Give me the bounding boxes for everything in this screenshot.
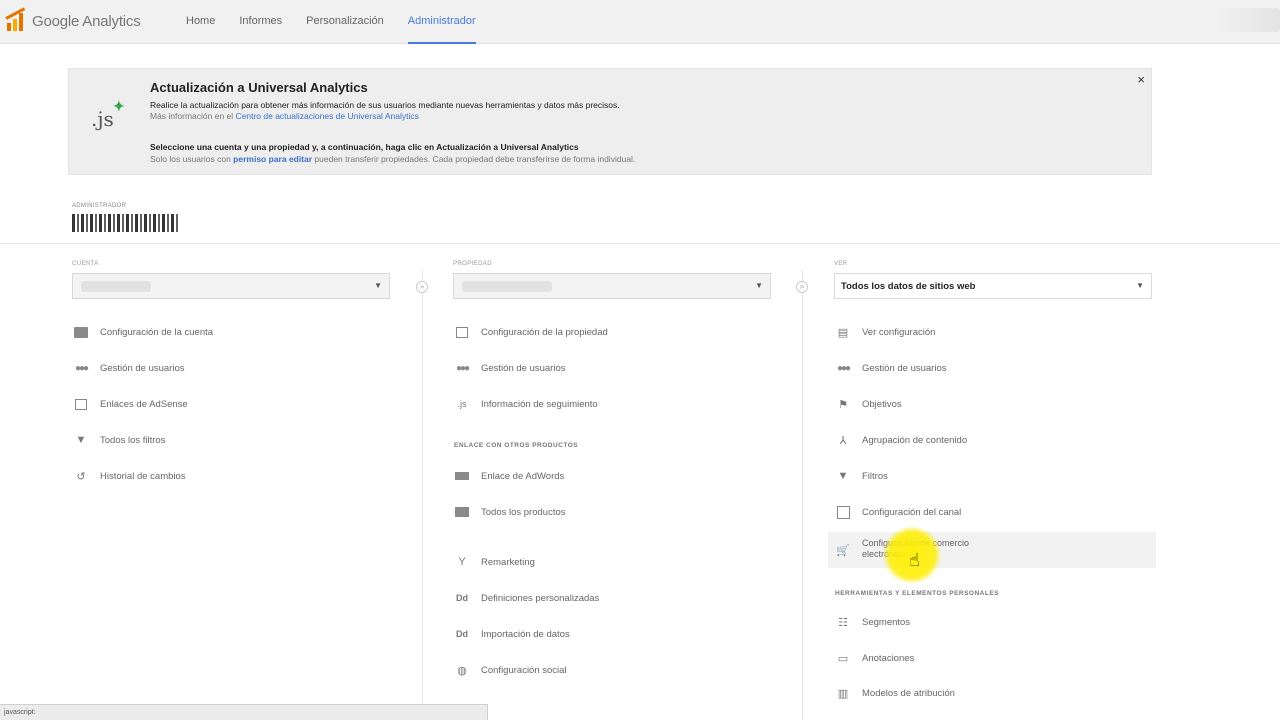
goals-item[interactable]: ⚑ Objetivos: [835, 394, 902, 414]
chevron-down-icon: ▼: [1136, 281, 1144, 290]
banner-instructions: Seleccione una cuenta y una propiedad y,…: [150, 142, 579, 152]
document-icon: ▤: [837, 326, 849, 339]
view-select-value: Todos los datos de sitios web: [841, 281, 976, 292]
property-user-management-item[interactable]: ●●● Gestión de usuarios: [454, 358, 566, 378]
chevron-right-icon: »: [796, 281, 808, 293]
filter-icon: ▼: [75, 434, 87, 446]
folder-icon: [73, 324, 89, 340]
channel-settings-item[interactable]: Configuración del canal: [835, 502, 961, 522]
close-icon[interactable]: ×: [1137, 72, 1145, 87]
chevron-down-icon: ▼: [755, 281, 763, 290]
property-column-label: PROPIEDAD: [453, 261, 492, 267]
column-separator: [422, 270, 423, 720]
users-icon: ●●●: [455, 362, 470, 374]
grouping-icon: ⅄: [839, 434, 847, 447]
segments-icon: ☷: [838, 616, 848, 629]
square-icon: [454, 324, 470, 340]
globe-icon: ◍: [457, 664, 467, 677]
nav-personalizacion[interactable]: Personalización: [306, 0, 384, 44]
content-grouping-item[interactable]: ⅄ Agrupación de contenido: [835, 430, 967, 450]
admin-label: ADMINISTRADOR: [72, 203, 127, 209]
remarketing-icon: Y: [458, 556, 466, 568]
adwords-icon: [454, 468, 470, 484]
social-settings-item[interactable]: ◍ Configuración social: [454, 660, 566, 680]
banner-permission-note: Solo los usuarios con permiso para edita…: [150, 154, 636, 164]
custom-definitions-item[interactable]: Dd Definiciones personalizadas: [454, 588, 599, 608]
nav-home[interactable]: Home: [186, 0, 215, 44]
hand-cursor-icon: ☝: [909, 550, 920, 570]
attribution-models-item[interactable]: ▥ Modelos de atribución: [835, 683, 955, 703]
view-filters-item[interactable]: ▼ Filtros: [835, 466, 888, 486]
dd-icon: Dd: [456, 629, 468, 639]
users-icon: ●●●: [836, 362, 851, 374]
account-select[interactable]: ▼: [72, 273, 390, 299]
attribution-icon: ▥: [837, 687, 849, 700]
view-user-management-item[interactable]: ●●● Gestión de usuarios: [835, 358, 947, 378]
top-bar: Google Analytics Home Informes Personali…: [0, 0, 1280, 44]
account-user-management-item[interactable]: ●●● Gestión de usuarios: [73, 358, 185, 378]
browser-status-bar: javascript:: [0, 704, 488, 720]
remarketing-item[interactable]: Y Remarketing: [454, 552, 535, 572]
channel-icon: [835, 504, 851, 520]
account-menu[interactable]: [1220, 8, 1280, 32]
products-icon: [454, 504, 470, 520]
universal-analytics-banner: .js ✦ Actualización a Universal Analytics…: [68, 68, 1152, 175]
annotations-item[interactable]: ▭ Anotaciones: [835, 648, 915, 668]
nav-administrador[interactable]: Administrador: [407, 0, 476, 44]
banner-more-info: Más información en el Centro de actualiz…: [150, 111, 419, 121]
banner-title: Actualización a Universal Analytics: [150, 80, 368, 95]
banner-description: Realice la actualización para obtener má…: [150, 100, 620, 110]
change-history-item[interactable]: ↺ Historial de cambios: [73, 466, 185, 486]
view-column-label: VER: [834, 261, 848, 267]
js-upgrade-icon: .js ✦: [91, 99, 125, 131]
users-icon: ●●●: [74, 362, 89, 374]
history-icon: ↺: [76, 470, 86, 483]
property-settings-item[interactable]: Configuración de la propiedad: [454, 322, 608, 342]
logo-text: Google Analytics: [32, 12, 141, 30]
main-nav: Home Informes Personalización Administra…: [186, 0, 500, 44]
flag-icon: ⚑: [838, 398, 848, 411]
chevron-down-icon: ▼: [374, 281, 382, 290]
view-select[interactable]: Todos los datos de sitios web ▼: [834, 273, 1152, 299]
tracking-info-item[interactable]: .js Información de seguimiento: [454, 394, 598, 414]
segments-item[interactable]: ☷ Segmentos: [835, 612, 910, 632]
personal-tools-heading: HERRAMIENTAS Y ELEMENTOS PERSONALES: [835, 590, 1000, 597]
nav-informes[interactable]: Informes: [239, 0, 282, 44]
filter-icon: ▼: [837, 470, 849, 482]
edit-permission-link[interactable]: permiso para editar: [233, 154, 312, 164]
column-separator: [802, 270, 803, 720]
dd-icon: Dd: [456, 593, 468, 603]
property-select[interactable]: ▼: [453, 273, 771, 299]
all-filters-item[interactable]: ▼ Todos los filtros: [73, 430, 166, 450]
account-column-label: CUENTA: [72, 261, 99, 267]
all-products-item[interactable]: Todos los productos: [454, 502, 566, 522]
adsense-icon: [73, 396, 89, 412]
js-icon: .js: [457, 399, 467, 409]
analytics-logo-icon: [5, 6, 27, 32]
data-import-item[interactable]: Dd Importación de datos: [454, 624, 570, 644]
adsense-links-item[interactable]: Enlaces de AdSense: [73, 394, 188, 414]
cart-icon: 🛒: [836, 544, 850, 557]
google-analytics-logo[interactable]: Google Analytics: [5, 6, 141, 33]
annotation-icon: ▭: [837, 652, 849, 665]
account-settings-item[interactable]: Configuración de la cuenta: [73, 322, 213, 342]
view-settings-item[interactable]: ▤ Ver configuración: [835, 322, 936, 342]
adwords-linking-item[interactable]: Enlace de AdWords: [454, 466, 564, 486]
upgrade-center-link[interactable]: Centro de actualizaciones de Universal A…: [236, 111, 419, 121]
section-divider: [0, 243, 1280, 244]
chevron-right-icon: »: [416, 281, 428, 293]
account-name-redacted: [72, 214, 178, 232]
product-linking-heading: ENLACE CON OTROS PRODUCTOS: [454, 442, 579, 449]
